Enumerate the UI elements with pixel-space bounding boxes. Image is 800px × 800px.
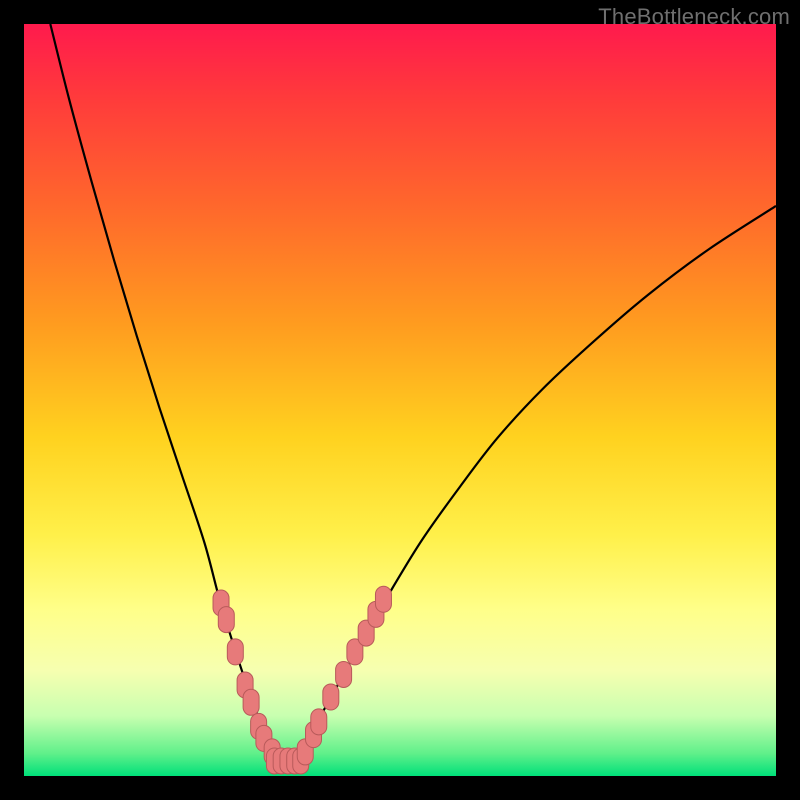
watermark-text: TheBottleneck.com [598,4,790,30]
data-marker [243,689,259,715]
chart-svg [24,24,776,776]
data-marker [375,586,391,612]
data-marker [311,709,327,735]
data-marker [336,661,352,687]
data-markers [213,586,391,774]
data-marker [218,607,234,633]
curve-left-branch [50,24,283,761]
data-marker [227,639,243,665]
chart-plot-area [24,24,776,776]
data-marker [323,684,339,710]
curve-right-branch [283,206,776,761]
